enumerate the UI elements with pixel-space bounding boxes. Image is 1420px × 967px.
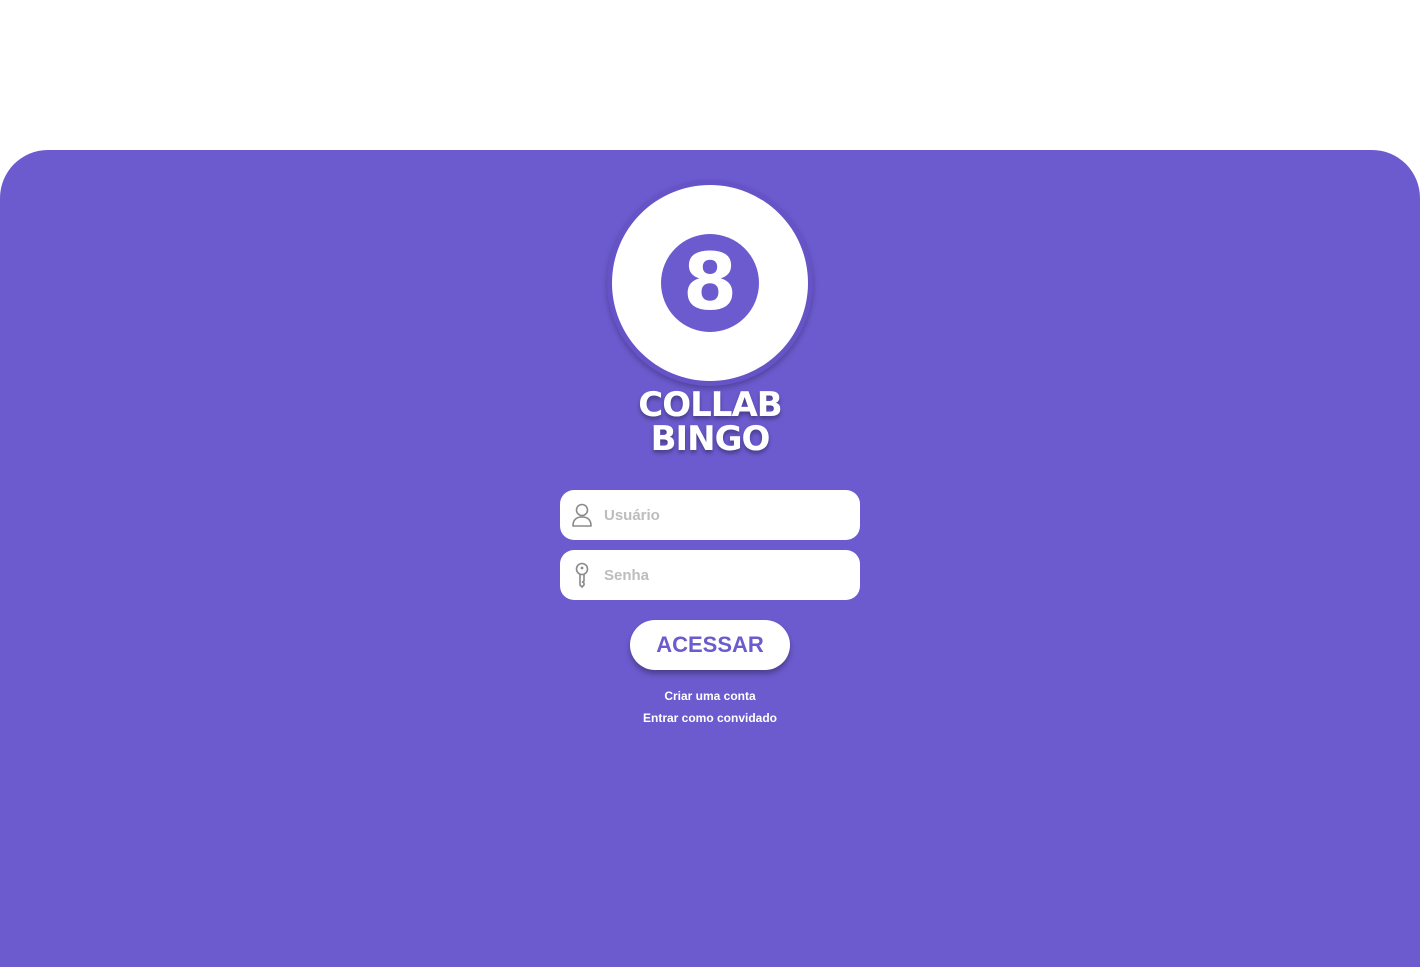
app-title-line2: BINGO [650,419,771,459]
username-field[interactable] [560,490,860,540]
user-icon [571,502,593,528]
create-account-link[interactable]: Criar uma conta [560,689,860,703]
key-icon [571,562,593,588]
username-input[interactable] [604,490,844,540]
app-title: COLLAB BINGO [560,388,860,456]
password-input[interactable] [604,550,844,600]
password-field[interactable] [560,550,860,600]
app-title-line1: COLLAB [638,385,782,425]
bingo-ball-logo: 8 [607,180,813,386]
login-button[interactable]: ACESSAR [630,620,790,670]
bingo-ball-number: 8 [661,234,759,332]
bingo-ball: 8 [612,185,808,381]
guest-login-link[interactable]: Entrar como convidado [560,711,860,725]
